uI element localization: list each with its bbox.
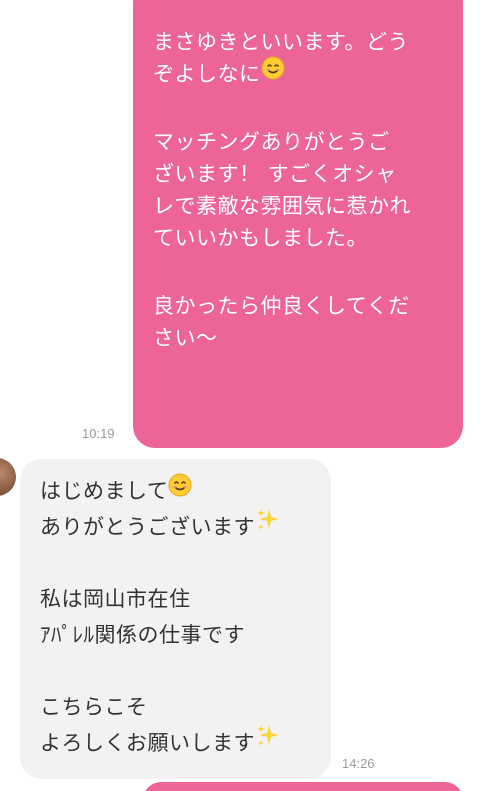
message-line-text: ぞよしなに	[153, 62, 261, 86]
message-line: はじめまして	[40, 473, 311, 509]
message-line-text: はじめまして	[40, 479, 169, 503]
message-line-text: さい〜	[153, 326, 218, 350]
message-line	[153, 90, 443, 126]
incoming-message-text: はじめましてありがとうございます 私は岡山市在住 ｱﾊﾟﾚﾙ関係の仕事です こちらこそ…	[40, 473, 311, 761]
incoming-message-timestamp: 14:26	[342, 756, 375, 771]
smiling-face-icon	[168, 472, 192, 508]
message-line-text: レで素敵な雰囲気に惹かれ	[153, 194, 411, 218]
message-line-text: よろしくお願いします	[40, 731, 255, 755]
message-line-text: ざいます！ すごくオシャ	[153, 162, 397, 186]
sparkles-icon	[255, 507, 281, 544]
message-line: ぞよしなに	[153, 56, 443, 90]
message-line-text: 私は岡山市在住	[40, 587, 191, 611]
message-line	[40, 545, 311, 581]
smiling-face-icon	[261, 56, 285, 89]
message-line-text: こちらこそ	[40, 695, 148, 719]
message-line	[153, 254, 443, 290]
outgoing-message-bubble[interactable]: まさゆきといいます。どう ぞよしなにマッチングありがとうご ざいます！ すごくオシャ…	[133, 0, 463, 448]
message-line: ありがとうございます	[40, 509, 311, 545]
message-line-text: ｱﾊﾟﾚﾙ関係の仕事です	[40, 623, 245, 647]
message-line-text: 良かったら仲良くしてくだ	[153, 294, 410, 318]
message-line: ざいます！ すごくオシャ	[153, 158, 443, 190]
message-line: よろしくお願いします	[40, 725, 311, 761]
outgoing-message-text: まさゆきといいます。どう ぞよしなにマッチングありがとうご ざいます！ すごくオシャ…	[153, 26, 443, 354]
incoming-message-bubble[interactable]: はじめましてありがとうございます 私は岡山市在住 ｱﾊﾟﾚﾙ関係の仕事です こちらこそ…	[20, 459, 331, 779]
next-outgoing-message-bubble[interactable]	[143, 782, 463, 791]
message-line-text: ありがとうございます	[40, 515, 255, 539]
message-line: 私は岡山市在住	[40, 581, 311, 617]
message-line: まさゆきといいます。どう	[153, 26, 443, 58]
message-line-text: マッチングありがとうご	[153, 130, 390, 154]
outgoing-message-timestamp: 10:19	[82, 426, 115, 441]
message-line: ｱﾊﾟﾚﾙ関係の仕事です	[40, 617, 311, 653]
message-line: さい〜	[153, 322, 443, 354]
message-line	[40, 653, 311, 689]
message-line: こちらこそ	[40, 689, 311, 725]
message-line: 良かったら仲良くしてくだ	[153, 290, 443, 322]
sparkles-icon	[255, 723, 281, 760]
message-line: マッチングありがとうご	[153, 126, 443, 158]
message-line-text: ていいかもしました。	[153, 226, 368, 250]
message-line: レで素敵な雰囲気に惹かれ	[153, 190, 443, 222]
message-line: ていいかもしました。	[153, 222, 443, 254]
sender-avatar[interactable]	[0, 458, 16, 496]
message-line-text: まさゆきといいます。どう	[153, 30, 409, 54]
